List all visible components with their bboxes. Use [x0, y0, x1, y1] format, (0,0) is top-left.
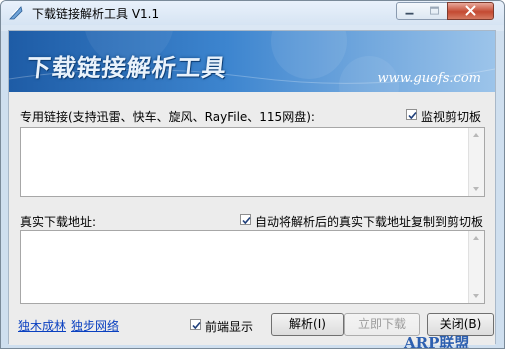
maximize-icon	[430, 6, 439, 15]
app-window: 下载链接解析工具 V1.1 下载链接解析工具 www.guofs.com 专用链…	[0, 0, 505, 349]
scroll-up-icon[interactable]	[473, 133, 479, 137]
header-banner: 下载链接解析工具 www.guofs.com	[9, 31, 495, 92]
checkmark-icon	[192, 321, 201, 330]
monitor-clipboard-label[interactable]: 监视剪切板	[421, 108, 481, 125]
close-window-button[interactable]	[447, 2, 494, 20]
scroll-down-icon[interactable]	[473, 187, 479, 191]
auto-copy-checkbox[interactable]	[240, 214, 251, 225]
link-input[interactable]	[20, 127, 485, 197]
real-address-scrollbar[interactable]	[468, 231, 484, 303]
monitor-clipboard-checkbox[interactable]	[406, 109, 417, 120]
auto-copy-label[interactable]: 自动将解析后的真实下载地址复制到剪切板	[255, 213, 483, 230]
topmost-checkbox[interactable]	[190, 319, 201, 330]
banner-url: www.guofs.com	[377, 71, 481, 86]
scroll-down-icon[interactable]	[473, 294, 479, 298]
scroll-up-icon[interactable]	[473, 236, 479, 240]
window-title: 下载链接解析工具 V1.1	[32, 7, 160, 21]
close-icon	[465, 5, 476, 16]
title-bar[interactable]: 下载链接解析工具 V1.1	[1, 1, 504, 25]
real-address-output[interactable]	[20, 230, 485, 304]
minimize-icon	[405, 12, 414, 15]
topmost-label[interactable]: 前端显示	[205, 318, 253, 335]
app-icon	[8, 5, 24, 21]
checkmark-icon	[408, 111, 417, 120]
footer-link-dubuwangluo[interactable]: 独步网络	[71, 317, 119, 334]
maximize-button[interactable]	[422, 2, 448, 20]
watermark: ARP联盟	[404, 334, 470, 349]
real-address-label: 真实下载地址:	[20, 215, 97, 229]
client-area: 下载链接解析工具 www.guofs.com 专用链接(支持迅雷、快车、旋风、R…	[8, 30, 496, 345]
link-input-scrollbar[interactable]	[468, 128, 484, 196]
checkmark-icon	[242, 216, 251, 225]
main-panel: 专用链接(支持迅雷、快车、旋风、RayFile、115网盘): 监视剪切板 真实…	[9, 92, 495, 345]
footer-link-dumuchenglin[interactable]: 独木成林	[18, 317, 66, 334]
banner-title: 下载链接解析工具	[25, 54, 229, 82]
minimize-button[interactable]	[396, 2, 423, 20]
link-section-label: 专用链接(支持迅雷、快车、旋风、RayFile、115网盘):	[20, 110, 315, 124]
parse-button[interactable]: 解析(I)	[271, 313, 344, 336]
